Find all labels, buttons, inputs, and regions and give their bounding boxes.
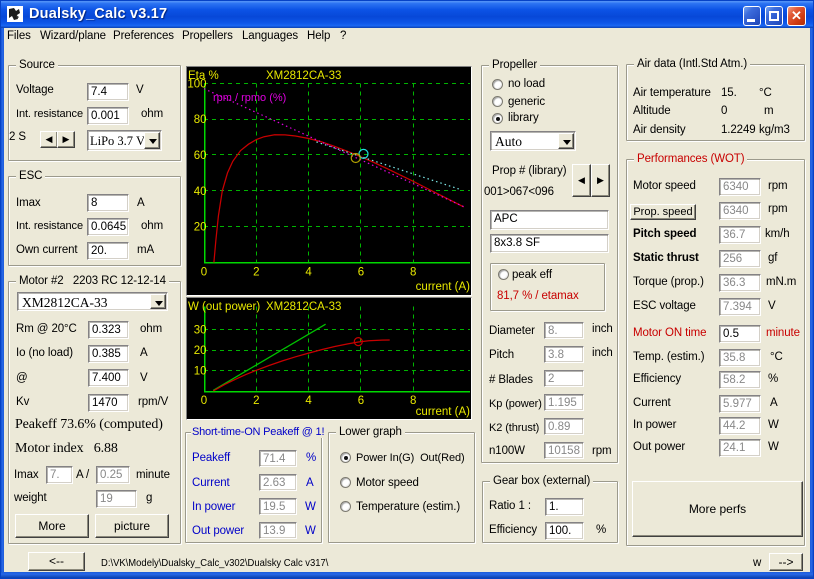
svg-text:XM2812CA-33: XM2812CA-33	[266, 301, 341, 313]
svg-text:80: 80	[194, 114, 207, 126]
svg-text:10: 10	[194, 366, 207, 378]
svg-text:W (out power): W (out power)	[188, 301, 260, 313]
svg-text:20: 20	[194, 345, 207, 357]
svg-text:8: 8	[410, 267, 416, 279]
svg-text:XM2812CA-33: XM2812CA-33	[266, 70, 341, 82]
svg-text:0: 0	[201, 395, 207, 407]
svg-text:current (A): current (A)	[416, 281, 470, 293]
svg-text:rpm / rpmo (%): rpm / rpmo (%)	[213, 92, 286, 104]
svg-text:40: 40	[194, 186, 207, 198]
svg-text:2: 2	[253, 395, 259, 407]
svg-text:2: 2	[253, 267, 259, 279]
svg-text:6: 6	[358, 395, 364, 407]
svg-text:60: 60	[194, 150, 207, 162]
svg-text:6: 6	[358, 267, 364, 279]
svg-text:30: 30	[194, 325, 207, 337]
svg-text:Eta %: Eta %	[188, 70, 219, 82]
svg-text:current (A): current (A)	[416, 406, 470, 418]
svg-text:4: 4	[305, 395, 312, 407]
svg-text:4: 4	[305, 267, 312, 279]
svg-text:20: 20	[194, 222, 207, 234]
svg-text:0: 0	[201, 267, 207, 279]
